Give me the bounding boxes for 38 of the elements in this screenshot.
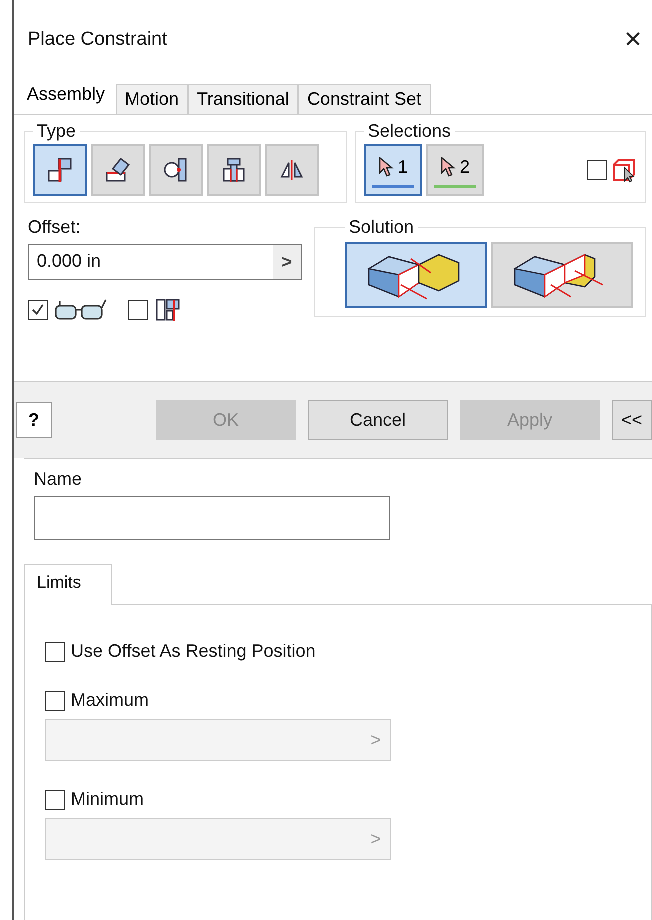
tab[interactable]: Limits bbox=[24, 564, 112, 605]
group-label: Type bbox=[36, 121, 78, 142]
constraint-type-button[interactable] bbox=[91, 144, 145, 196]
solution-button[interactable] bbox=[345, 242, 487, 308]
dialog-button[interactable]: Cancel bbox=[308, 400, 448, 440]
field-label: Name bbox=[34, 469, 84, 490]
constraint-type-button[interactable] bbox=[207, 144, 261, 196]
offset-field[interactable]: 0.000 in > bbox=[28, 244, 302, 280]
close-button[interactable]: × bbox=[614, 23, 652, 57]
checkbox-label: Use Offset As Resting Position bbox=[71, 641, 316, 662]
checkbox[interactable] bbox=[587, 160, 607, 180]
help-button[interactable]: ? bbox=[16, 402, 52, 438]
tab[interactable]: Transitional bbox=[188, 84, 298, 114]
checkbox[interactable] bbox=[28, 300, 48, 320]
constraint-type-button[interactable] bbox=[265, 144, 319, 196]
checkbox-label: Maximum bbox=[71, 690, 150, 711]
group-label: Solution bbox=[348, 217, 416, 238]
checkbox-label: Minimum bbox=[71, 789, 144, 810]
selection-button[interactable]: 2 bbox=[426, 144, 484, 196]
solution-button[interactable] bbox=[491, 242, 633, 308]
checkbox[interactable] bbox=[45, 690, 65, 710]
selection-button[interactable]: 1 bbox=[364, 144, 422, 196]
tab[interactable]: Motion bbox=[116, 84, 188, 114]
constraint-type-button[interactable] bbox=[149, 144, 203, 196]
cube-cursor-icon bbox=[611, 157, 637, 183]
cursor-icon bbox=[378, 157, 394, 177]
name-field[interactable] bbox=[34, 496, 390, 540]
group-label: Selections bbox=[367, 121, 452, 142]
checkbox[interactable] bbox=[128, 300, 148, 320]
field-label: Offset: bbox=[28, 217, 82, 238]
constraint-type-button[interactable] bbox=[33, 144, 87, 196]
dialog-button[interactable]: << bbox=[612, 400, 652, 440]
checkbox[interactable] bbox=[45, 790, 65, 810]
tab[interactable]: Constraint Set bbox=[298, 84, 430, 114]
window-title: Place Constraint bbox=[28, 29, 168, 51]
glasses-icon bbox=[54, 298, 108, 322]
checkbox[interactable] bbox=[45, 642, 65, 662]
cursor-icon bbox=[440, 157, 456, 177]
